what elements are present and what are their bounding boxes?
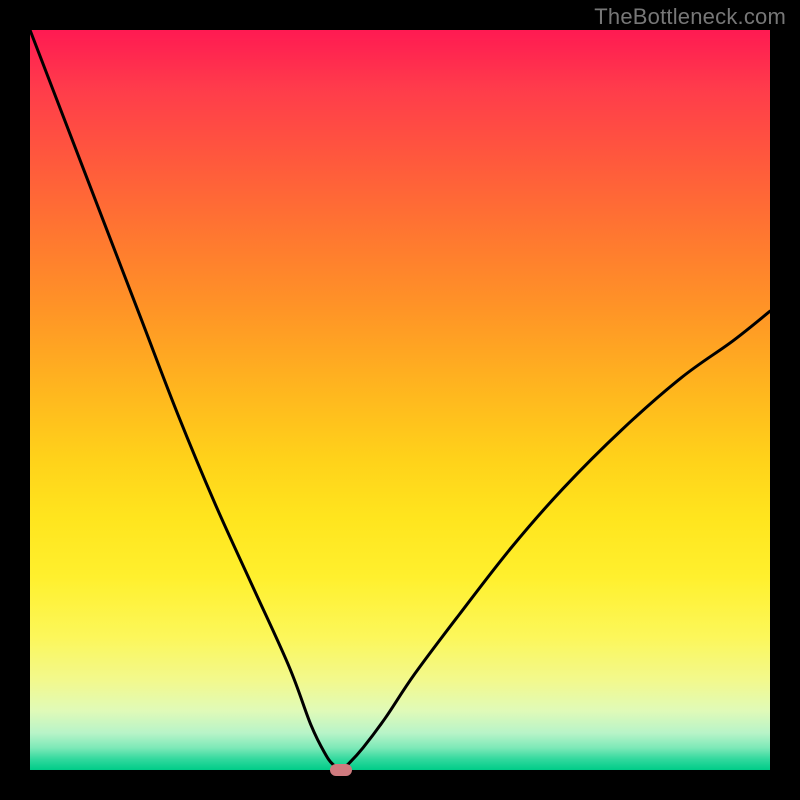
bottleneck-curve [30, 30, 770, 770]
curve-path [30, 30, 770, 770]
watermark-text: TheBottleneck.com [594, 4, 786, 30]
chart-frame: TheBottleneck.com [0, 0, 800, 800]
plot-area [30, 30, 770, 770]
minimum-marker [330, 764, 352, 776]
